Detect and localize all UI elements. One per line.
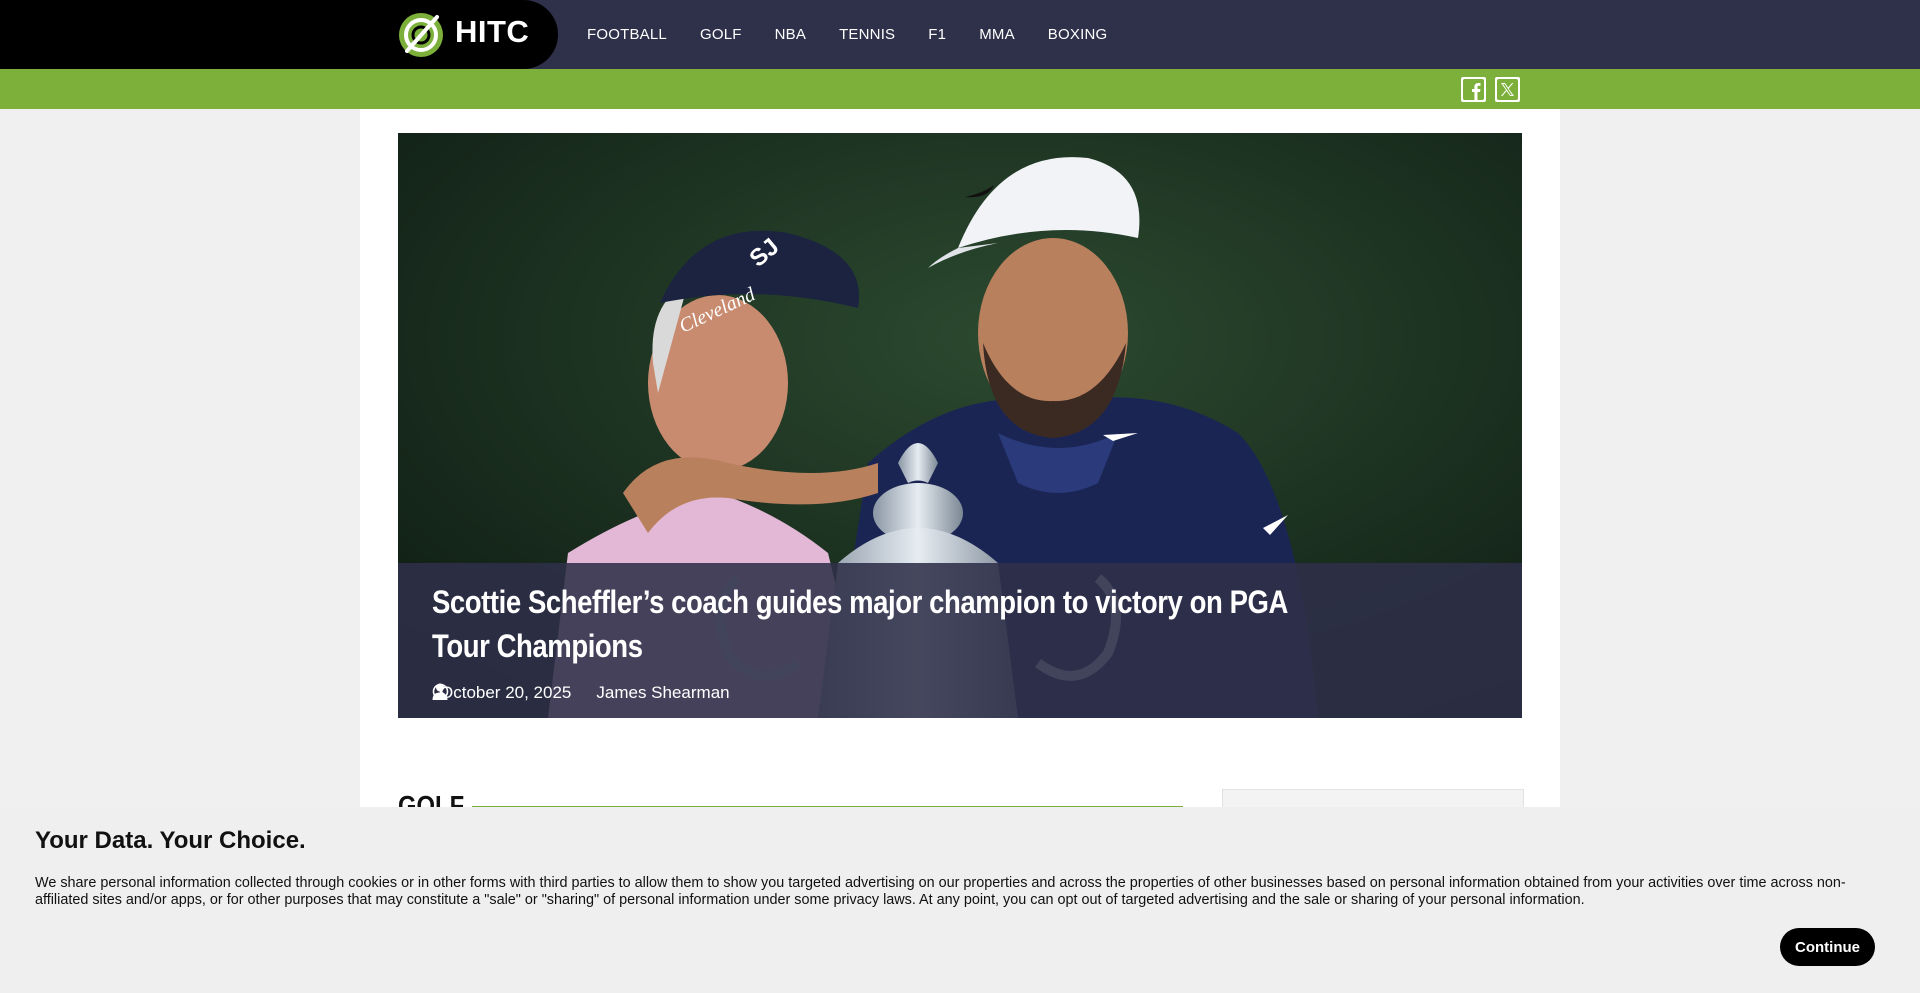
nav-item-nba[interactable]: NBA — [775, 26, 806, 43]
x-twitter-icon — [1497, 79, 1518, 100]
consent-banner: Your Data. Your Choice. We share persona… — [0, 807, 1920, 993]
nav-item-f1[interactable]: F1 — [928, 26, 946, 43]
x-link[interactable] — [1495, 77, 1520, 102]
hitc-logo-icon — [399, 13, 443, 57]
nav-item-boxing[interactable]: BOXING — [1048, 26, 1108, 43]
brand-name: HITC — [455, 14, 530, 49]
social-bar — [0, 69, 1920, 109]
continue-button[interactable]: Continue — [1780, 928, 1875, 966]
nav-item-tennis[interactable]: TENNIS — [839, 26, 895, 43]
logo-link[interactable]: HITC — [0, 0, 558, 69]
consent-title: Your Data. Your Choice. — [35, 827, 306, 854]
nav-item-golf[interactable]: GOLF — [700, 26, 742, 43]
article-title[interactable]: Scottie Scheffler’s coach guides major c… — [432, 580, 1292, 668]
article-meta: October 20, 2025 James Shearman — [432, 683, 730, 703]
nav-item-football[interactable]: FOOTBALL — [587, 26, 667, 43]
top-navigation-bar: HITC FOOTBALL GOLF NBA TENNIS F1 MMA BOX… — [0, 0, 1920, 69]
hero-caption: Scottie Scheffler’s coach guides major c… — [398, 563, 1522, 718]
consent-body: We share personal information collected … — [35, 875, 1846, 908]
article-author[interactable]: James Shearman — [596, 683, 729, 703]
article-date: October 20, 2025 — [440, 683, 572, 702]
facebook-icon — [1463, 79, 1484, 100]
main-nav: FOOTBALL GOLF NBA TENNIS F1 MMA BOXING — [587, 0, 1140, 69]
nav-item-mma[interactable]: MMA — [979, 26, 1015, 43]
facebook-link[interactable] — [1461, 77, 1486, 102]
hero-article[interactable]: Cleveland SJ Scottie Scheffler’s coach g… — [398, 133, 1522, 718]
